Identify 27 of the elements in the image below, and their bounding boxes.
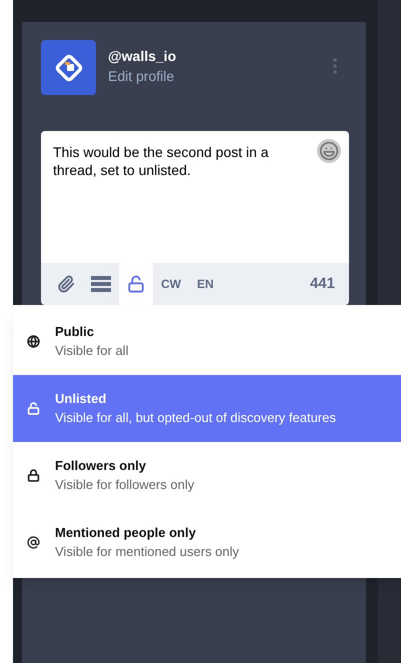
option-description: Visible for mentioned users only — [55, 543, 240, 561]
option-title: Unlisted — [55, 390, 108, 408]
compose-field[interactable]: This would be the second post in a thread, set to unlisted. — [41, 131, 349, 263]
option-description: Visible for followers only — [55, 476, 194, 494]
toolbar-text-button[interactable]: CW — [153, 263, 189, 305]
unlocked-icon — [27, 402, 40, 414]
option-title: Followers only — [55, 457, 148, 475]
option-title: Mentioned people only — [55, 524, 197, 542]
privacy-option[interactable]: Unlisted Visible for all, but opted-out of discovery features — [13, 374, 401, 442]
privacy-option[interactable]: Public Visible for all — [13, 308, 401, 374]
option-title: Public — [55, 323, 96, 341]
at-icon — [27, 536, 40, 548]
paperclip-icon — [57, 275, 75, 293]
profile-handle: @walls_io — [108, 47, 176, 66]
toolbar-text-button[interactable]: EN — [189, 263, 222, 305]
unlocked-icon — [127, 275, 145, 293]
privacy-option[interactable]: Mentioned people only Visible for mentioned users only — [13, 508, 401, 576]
laughing-face-icon — [319, 141, 339, 161]
globe-icon — [27, 334, 40, 348]
logo-icon — [54, 52, 84, 82]
option-description: Visible for all — [55, 342, 128, 360]
edit-profile-link[interactable]: Edit profile — [108, 66, 176, 86]
option-description: Visible for all, but opted-out of discovery features — [55, 409, 336, 427]
character-counter: 441 — [310, 274, 335, 294]
privacy-option[interactable]: Followers only Visible for followers only — [13, 442, 401, 508]
poll-icon — [91, 276, 111, 292]
lock-icon — [27, 468, 40, 482]
